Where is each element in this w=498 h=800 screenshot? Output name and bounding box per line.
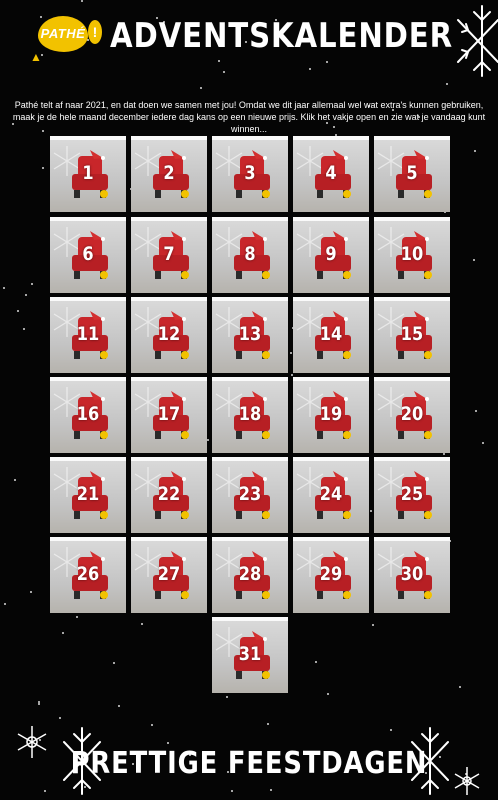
calendar-day-number: 9 bbox=[325, 243, 337, 265]
calendar-day-26[interactable]: 26 bbox=[50, 537, 126, 613]
calendar-day-number: 17 bbox=[157, 403, 181, 425]
calendar-day-number: 5 bbox=[406, 162, 418, 184]
calendar-day-29[interactable]: 29 bbox=[293, 537, 369, 613]
calendar-day-9[interactable]: 9 bbox=[293, 217, 369, 293]
calendar-day-21[interactable]: 21 bbox=[50, 457, 126, 533]
calendar-day-number: 10 bbox=[400, 243, 424, 265]
calendar-day-20[interactable]: 20 bbox=[374, 377, 450, 453]
calendar-day-number: 24 bbox=[319, 483, 343, 505]
calendar-day-number: 1 bbox=[82, 162, 94, 184]
calendar-day-23[interactable]: 23 bbox=[212, 457, 288, 533]
calendar-day-31[interactable]: 31 bbox=[212, 617, 288, 693]
calendar-day-number: 15 bbox=[400, 323, 424, 345]
calendar-day-15[interactable]: 15 bbox=[374, 297, 450, 373]
calendar-day-19[interactable]: 19 bbox=[293, 377, 369, 453]
calendar-day-12[interactable]: 12 bbox=[131, 297, 207, 373]
calendar-day-27[interactable]: 27 bbox=[131, 537, 207, 613]
calendar-day-number: 22 bbox=[157, 483, 181, 505]
calendar-day-number: 29 bbox=[319, 563, 343, 585]
calendar-day-number: 11 bbox=[76, 323, 100, 345]
calendar-day-number: 19 bbox=[319, 403, 343, 425]
calendar-day-number: 20 bbox=[400, 403, 424, 425]
calendar-day-number: 23 bbox=[238, 483, 262, 505]
calendar-day-16[interactable]: 16 bbox=[50, 377, 126, 453]
calendar-day-4[interactable]: 4 bbox=[293, 136, 369, 212]
calendar-day-number: 30 bbox=[400, 563, 424, 585]
calendar-day-number: 6 bbox=[82, 243, 94, 265]
calendar-day-number: 2 bbox=[163, 162, 175, 184]
calendar-day-30[interactable]: 30 bbox=[374, 537, 450, 613]
calendar-day-25[interactable]: 25 bbox=[374, 457, 450, 533]
pathe-logo[interactable]: PATHÉ bbox=[38, 16, 88, 52]
calendar-day-number: 7 bbox=[163, 243, 175, 265]
calendar-day-22[interactable]: 22 bbox=[131, 457, 207, 533]
calendar-day-17[interactable]: 17 bbox=[131, 377, 207, 453]
calendar-day-number: 31 bbox=[238, 643, 262, 665]
header: PATHÉ ! ▲ ADVENTSKALENDER bbox=[0, 0, 498, 80]
calendar-day-number: 12 bbox=[157, 323, 181, 345]
calendar-day-14[interactable]: 14 bbox=[293, 297, 369, 373]
calendar-day-number: 26 bbox=[76, 563, 100, 585]
calendar-day-number: 13 bbox=[238, 323, 262, 345]
calendar-day-number: 27 bbox=[157, 563, 181, 585]
snowflake-icon bbox=[457, 5, 498, 77]
pathe-logo-mark: ! bbox=[88, 20, 102, 44]
calendar-day-number: 28 bbox=[238, 563, 262, 585]
calendar-day-7[interactable]: 7 bbox=[131, 217, 207, 293]
calendar-day-10[interactable]: 10 bbox=[374, 217, 450, 293]
rooster-icon: ▲ bbox=[30, 50, 42, 64]
calendar-day-number: 8 bbox=[244, 243, 256, 265]
calendar-day-24[interactable]: 24 bbox=[293, 457, 369, 533]
calendar-day-number: 14 bbox=[319, 323, 343, 345]
calendar-day-28[interactable]: 28 bbox=[212, 537, 288, 613]
calendar-day-number: 21 bbox=[76, 483, 100, 505]
calendar-day-11[interactable]: 11 bbox=[50, 297, 126, 373]
page-title: ADVENTSKALENDER bbox=[110, 16, 454, 56]
calendar-day-number: 4 bbox=[325, 162, 337, 184]
calendar-day-6[interactable]: 6 bbox=[50, 217, 126, 293]
calendar-day-number: 18 bbox=[238, 403, 262, 425]
calendar-day-number: 25 bbox=[400, 483, 424, 505]
calendar-day-2[interactable]: 2 bbox=[131, 136, 207, 212]
calendar-day-3[interactable]: 3 bbox=[212, 136, 288, 212]
calendar-day-18[interactable]: 18 bbox=[212, 377, 288, 453]
calendar-day-number: 3 bbox=[244, 162, 256, 184]
calendar-day-number: 16 bbox=[76, 403, 100, 425]
footer-title: PRETTIGE FEESTDAGEN bbox=[70, 746, 428, 781]
calendar-day-8[interactable]: 8 bbox=[212, 217, 288, 293]
calendar-day-1[interactable]: 1 bbox=[50, 136, 126, 212]
calendar-day-13[interactable]: 13 bbox=[212, 297, 288, 373]
intro-text: Pathé telt af naar 2021, en dat doen we … bbox=[12, 100, 486, 134]
calendar-day-5[interactable]: 5 bbox=[374, 136, 450, 212]
